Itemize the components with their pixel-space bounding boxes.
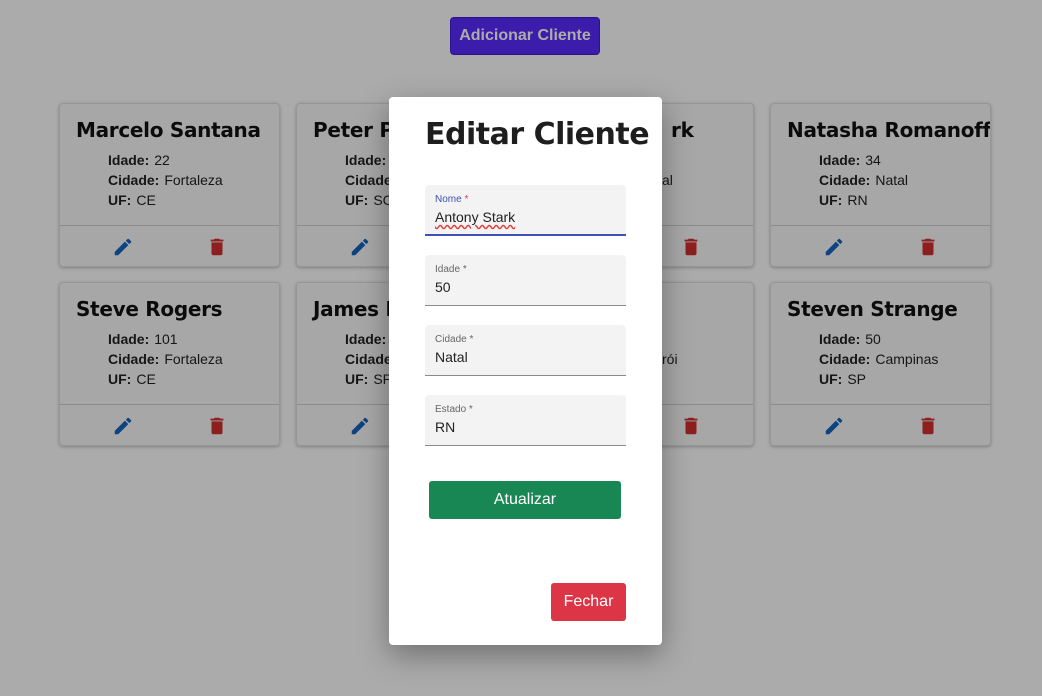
app-root: Adicionar Cliente Marcelo Santana Idade:…	[0, 0, 1042, 696]
age-input[interactable]: 50	[435, 279, 620, 297]
city-input[interactable]: Natal	[435, 349, 620, 367]
age-field[interactable]: Idade * 50	[425, 255, 626, 306]
edit-client-modal: Editar Cliente Nome * Antony Stark Idade…	[389, 97, 662, 645]
state-input[interactable]: RN	[435, 419, 620, 437]
name-field-label: Nome *	[435, 194, 468, 205]
state-field-label: Estado *	[435, 404, 473, 415]
required-mark: *	[469, 334, 474, 345]
state-label-text: Estado	[435, 404, 467, 415]
name-input[interactable]: Antony Stark	[435, 209, 620, 227]
age-label-text: Idade	[435, 264, 461, 275]
required-mark: *	[464, 194, 469, 205]
required-mark: *	[462, 264, 467, 275]
name-field[interactable]: Nome * Antony Stark	[425, 185, 626, 236]
city-label-text: Cidade	[435, 334, 467, 345]
name-label-text: Nome	[435, 194, 462, 205]
update-button[interactable]: Atualizar	[429, 481, 621, 519]
close-button[interactable]: Fechar	[551, 583, 626, 621]
required-mark: *	[468, 404, 473, 415]
city-field-label: Cidade *	[435, 334, 473, 345]
modal-title: Editar Cliente	[425, 117, 650, 152]
age-field-label: Idade *	[435, 264, 467, 275]
state-field[interactable]: Estado * RN	[425, 395, 626, 446]
city-field[interactable]: Cidade * Natal	[425, 325, 626, 376]
